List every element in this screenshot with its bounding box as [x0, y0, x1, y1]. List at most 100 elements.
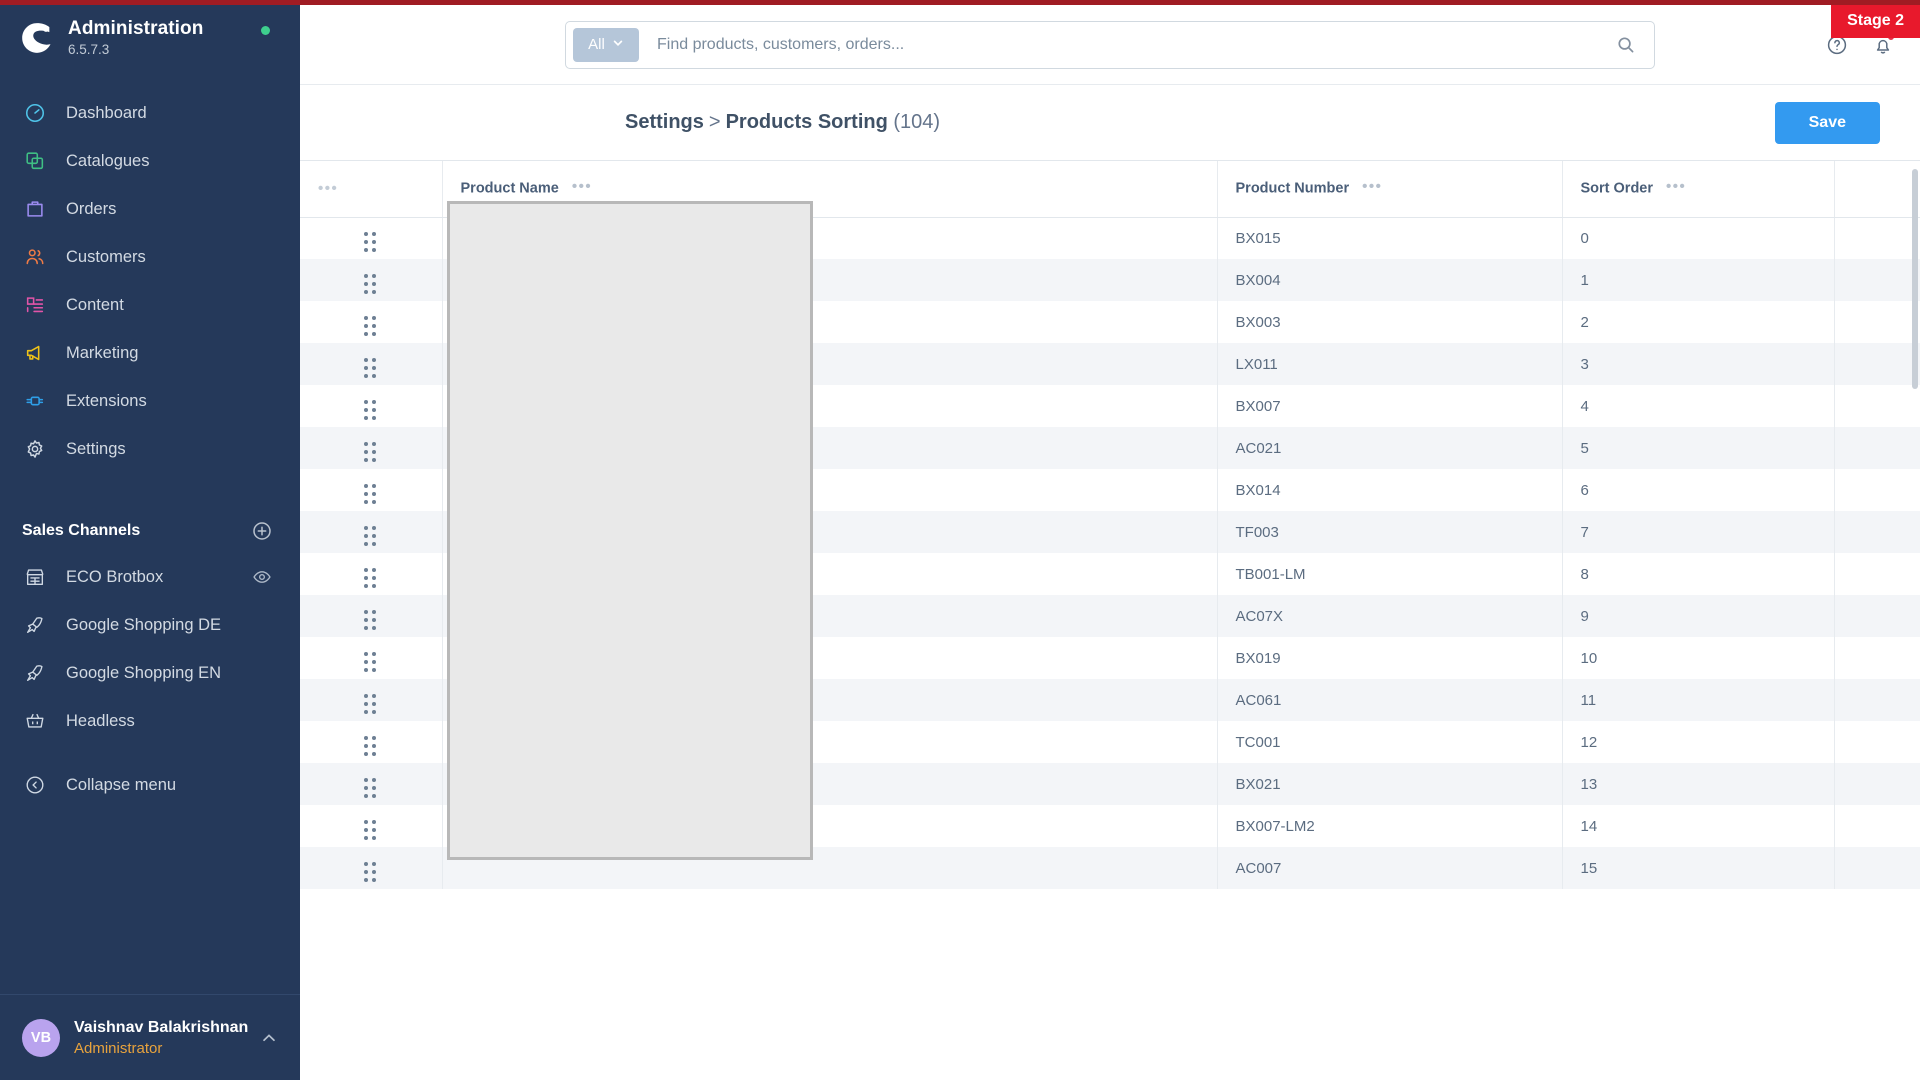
sales-channel-google-shopping-en[interactable]: Google Shopping EN: [0, 649, 300, 697]
drag-handle-icon[interactable]: [364, 694, 377, 715]
drag-handle-cell[interactable]: [300, 679, 443, 721]
column-header-product-number[interactable]: Product Number •••: [1217, 161, 1563, 218]
drag-handle-cell[interactable]: [300, 595, 443, 637]
search-scope-dropdown[interactable]: All: [573, 27, 639, 62]
collapse-menu-button[interactable]: Collapse menu: [0, 761, 300, 809]
column-header-label: Product Name: [460, 180, 559, 197]
storefront-icon: [22, 564, 48, 590]
content-icon: [22, 292, 48, 318]
drag-handle-icon[interactable]: [364, 526, 377, 547]
drag-handle-icon[interactable]: [364, 484, 377, 505]
drag-handle-cell[interactable]: [300, 763, 443, 805]
drag-handle-cell[interactable]: [300, 511, 443, 553]
drag-handle-cell[interactable]: [300, 427, 443, 469]
drag-handle-cell[interactable]: [300, 217, 443, 259]
sidebar-item-settings[interactable]: Settings: [0, 425, 300, 473]
sidebar-brand[interactable]: Administration 6.5.7.3: [0, 0, 300, 67]
cell-sort-order: 13: [1562, 763, 1835, 805]
drag-handle-icon[interactable]: [364, 358, 377, 379]
sidebar-item-catalogues[interactable]: Catalogues: [0, 137, 300, 185]
drag-handle-cell[interactable]: [300, 259, 443, 301]
search-icon[interactable]: [1616, 35, 1636, 55]
save-button[interactable]: Save: [1774, 101, 1880, 144]
sidebar-item-label: Content: [66, 295, 124, 314]
drag-handle-icon[interactable]: [364, 274, 377, 295]
sales-channel-headless[interactable]: Headless: [0, 697, 300, 745]
drag-handle-cell[interactable]: [300, 343, 443, 385]
sales-channel-label: Google Shopping EN: [66, 663, 222, 682]
global-search[interactable]: All: [565, 20, 1655, 69]
drag-handle-icon[interactable]: [364, 652, 377, 673]
drag-handle-icon[interactable]: [364, 736, 377, 757]
column-options-icon[interactable]: •••: [572, 178, 592, 195]
sales-channel-eco-brotbox[interactable]: ECO Brotbox: [0, 553, 300, 601]
cell-sort-order: 14: [1562, 805, 1835, 847]
sidebar-item-extensions[interactable]: Extensions: [0, 377, 300, 425]
sidebar-item-label: Customers: [66, 247, 146, 266]
column-options-icon[interactable]: •••: [1362, 178, 1382, 195]
drag-handle-cell[interactable]: [300, 301, 443, 343]
cell-spacer: [1834, 217, 1920, 259]
breadcrumb-separator: >: [708, 111, 721, 133]
vertical-scrollbar[interactable]: [1912, 169, 1918, 389]
cell-product-number: BX014: [1217, 469, 1563, 511]
sales-channel-google-shopping-de[interactable]: Google Shopping DE: [0, 601, 300, 649]
column-header-label: Product Number: [1235, 180, 1350, 197]
cell-sort-order: 0: [1562, 217, 1835, 259]
drag-handle-cell[interactable]: [300, 469, 443, 511]
rocket-icon: [22, 612, 48, 638]
breadcrumb-root[interactable]: Settings: [625, 111, 704, 133]
add-sales-channel-icon[interactable]: [252, 521, 272, 541]
cell-sort-order: 9: [1562, 595, 1835, 637]
chevron-up-icon[interactable]: [260, 1029, 278, 1047]
cell-product-number: BX021: [1217, 763, 1563, 805]
drag-handle-cell[interactable]: [300, 637, 443, 679]
column-options-icon[interactable]: •••: [318, 180, 338, 197]
sidebar-item-label: Marketing: [66, 343, 139, 362]
cell-spacer: [1834, 469, 1920, 511]
column-options-icon[interactable]: •••: [1666, 178, 1686, 195]
drag-handle-icon[interactable]: [364, 610, 377, 631]
sidebar-item-content[interactable]: Content: [0, 281, 300, 329]
dashboard-icon: [22, 100, 48, 126]
stage-badge: Stage 2: [1831, 5, 1920, 38]
sidebar-item-dashboard[interactable]: Dashboard: [0, 89, 300, 137]
drag-handle-icon[interactable]: [364, 820, 377, 841]
visibility-eye-icon[interactable]: [252, 567, 272, 587]
drag-handle-icon[interactable]: [364, 862, 377, 883]
drag-handle-icon[interactable]: [364, 442, 377, 463]
user-profile-menu[interactable]: VB Vaishnav Balakrishnan Administrator: [0, 994, 300, 1080]
cell-sort-order: 15: [1562, 847, 1835, 889]
sidebar-item-marketing[interactable]: Marketing: [0, 329, 300, 377]
cell-sort-order: 2: [1562, 301, 1835, 343]
drag-handle-cell[interactable]: [300, 553, 443, 595]
drag-handle-cell[interactable]: [300, 385, 443, 427]
sidebar: Administration 6.5.7.3 Dashboard Catalog…: [0, 0, 300, 1080]
drag-handle-icon[interactable]: [364, 232, 377, 253]
cell-spacer: [1834, 637, 1920, 679]
user-name: Vaishnav Balakrishnan: [74, 1018, 249, 1036]
page-header: Settings > Products Sorting (104) Save: [300, 85, 1920, 160]
drag-handle-icon[interactable]: [364, 568, 377, 589]
sidebar-item-label: Catalogues: [66, 151, 150, 170]
cell-spacer: [1834, 511, 1920, 553]
drag-handle-cell[interactable]: [300, 805, 443, 847]
sidebar-item-customers[interactable]: Customers: [0, 233, 300, 281]
drag-handle-icon[interactable]: [364, 316, 377, 337]
cell-sort-order: 5: [1562, 427, 1835, 469]
cell-sort-order: 11: [1562, 679, 1835, 721]
cell-spacer: [1834, 721, 1920, 763]
drag-handle-icon[interactable]: [364, 400, 377, 421]
cell-product-number: BX007: [1217, 385, 1563, 427]
drag-handle-cell[interactable]: [300, 721, 443, 763]
drag-handle-cell[interactable]: [300, 847, 443, 889]
status-indicator-dot: [261, 26, 270, 35]
settings-icon: [22, 436, 48, 462]
search-input[interactable]: [639, 35, 1616, 54]
primary-navigation: Dashboard Catalogues Orders Customers Co…: [0, 89, 300, 473]
column-header-sort-order[interactable]: Sort Order •••: [1562, 161, 1835, 218]
cell-spacer: [1834, 259, 1920, 301]
drag-handle-icon[interactable]: [364, 778, 377, 799]
sidebar-item-orders[interactable]: Orders: [0, 185, 300, 233]
